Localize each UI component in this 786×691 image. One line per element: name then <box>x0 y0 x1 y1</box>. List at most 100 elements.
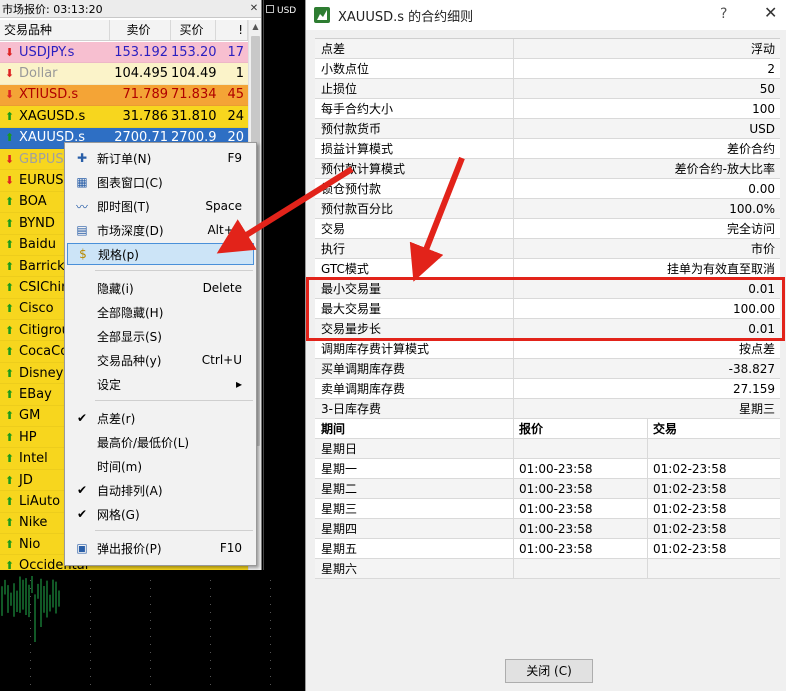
session-quote <box>514 559 648 578</box>
menu-item-label: 规格(p) <box>98 247 139 262</box>
spec-row: 止损位 50 <box>315 79 780 99</box>
spec-row: 执行 市价 <box>315 239 780 259</box>
spec-value: 100.0% <box>729 202 775 216</box>
menu-item-label: 点差(r) <box>97 411 136 426</box>
dialog-close-button[interactable]: 关闭 (C) <box>505 659 593 683</box>
menu-item[interactable]: 时间(m) <box>67 455 254 477</box>
session-day: 星期一 <box>315 459 514 478</box>
session-trade: 01:02-23:58 <box>653 542 727 556</box>
check-icon: ✔ <box>76 507 88 521</box>
spec-row: 调期库存费计算模式 按点差 <box>315 339 780 359</box>
symbol-row[interactable]: ⬆ XAGUSD.s 31.786 31.810 24 <box>0 106 248 128</box>
symbol-cell: ⬇ USDJPY.s <box>0 45 110 60</box>
spec-value: 市价 <box>750 242 775 256</box>
menu-item-label: 即时图(T) <box>97 199 150 214</box>
symbol-name: BYND <box>19 215 55 231</box>
spec-row: 买单调期库存费 -38.827 <box>315 359 780 379</box>
bid-cell: 31.786 <box>122 108 169 124</box>
menu-item-label: 全部隐藏(H) <box>97 305 164 320</box>
ask-cell: 71.834 <box>171 87 216 103</box>
menu-item[interactable]: 〰即时图(T) Space <box>67 195 254 217</box>
spec-value: 完全访问 <box>726 222 775 236</box>
symbol-cell: ⬇ Dollar <box>0 66 110 81</box>
menu-item[interactable]: 隐藏(i) Delete <box>67 277 254 299</box>
spec-key: 卖单调期库存费 <box>315 379 514 398</box>
symbol-name: BOA <box>19 194 47 210</box>
chart-area[interactable] <box>0 570 305 691</box>
menu-item[interactable]: ✔ 网格(G) <box>67 503 254 525</box>
menu-item-shortcut: Delete <box>202 281 242 295</box>
symbol-row[interactable]: ⬇ Dollar 104.495104.496 1 <box>0 63 248 85</box>
session-header-row: 期间 报价 交易 <box>315 419 780 439</box>
arrow-up-icon: ⬆ <box>4 238 15 252</box>
menu-item-label: 时间(m) <box>97 459 143 474</box>
chart-canvas <box>1 576 271 685</box>
arrow-up-icon: ⬆ <box>4 366 15 380</box>
market-depth-icon: ▤ <box>76 223 88 237</box>
column-header-bid[interactable]: 卖价 <box>110 20 171 40</box>
arrow-down-icon: ⬇ <box>4 152 15 166</box>
session-day: 星期三 <box>315 499 514 518</box>
close-icon[interactable]: ✕ <box>247 1 261 16</box>
spec-key: 买单调期库存费 <box>315 359 514 378</box>
symbol-row[interactable]: ⬇ USDJPY.s 153.192153.209 17 <box>0 42 248 64</box>
menu-item-label: 弹出报价(P) <box>97 541 162 556</box>
chart-window-icon <box>266 5 274 13</box>
menu-item[interactable]: ▦ 图表窗口(C) <box>67 171 254 193</box>
spec-key: 每手合约大小 <box>315 99 514 118</box>
arrow-up-icon: ⬆ <box>4 280 15 294</box>
menu-item[interactable]: ✔ 点差(r) <box>67 407 254 429</box>
chart-window[interactable]: USD <box>263 0 305 570</box>
spec-row: 预付款货币 USD <box>315 119 780 139</box>
popup-quote-icon: ▣ <box>76 541 88 555</box>
column-header-spread[interactable]: ! <box>216 20 248 40</box>
arrow-up-icon: ⬆ <box>4 452 15 466</box>
spec-key: 锁仓预付款 <box>315 179 514 198</box>
symbol-row[interactable]: ⬇ XTIUSD.s 71.789 71.834 45 <box>0 84 248 107</box>
spec-row: 锁仓预付款 0.00 <box>315 179 780 199</box>
spec-key: 小数点位 <box>315 59 514 78</box>
menu-item-label: 交易品种(y) <box>97 353 162 368</box>
column-header-symbol[interactable]: 交易品种 <box>0 20 110 40</box>
menu-item[interactable]: 全部显示(S) <box>67 325 254 347</box>
menu-item[interactable]: 最高价/最低价(L) <box>67 431 254 453</box>
session-quote: 01:00-23:58 <box>514 519 648 538</box>
tick-chart-icon: 〰 <box>75 199 88 214</box>
column-header-ask[interactable]: 买价 <box>171 20 216 40</box>
symbol-cell: ⬇ XTIUSD.s <box>0 87 110 102</box>
spec-key: 调期库存费计算模式 <box>315 339 514 358</box>
dialog-close-icon[interactable]: ✕ <box>764 3 777 22</box>
check-icon: ✔ <box>76 483 88 497</box>
scroll-up-icon[interactable]: ▲ <box>249 20 261 34</box>
menu-item[interactable]: ▤ 市场深度(D) Alt+B <box>67 219 254 241</box>
symbol-name: Dollar <box>19 66 58 82</box>
symbol-name: Cisco <box>19 301 54 317</box>
spec-row: 每手合约大小 100 <box>315 99 780 119</box>
session-trade: 01:02-23:58 <box>653 482 727 496</box>
arrow-up-icon: ⬆ <box>4 409 15 423</box>
arrow-up-icon: ⬆ <box>4 302 15 316</box>
help-icon[interactable]: ? <box>720 6 727 22</box>
spec-row: 预付款百分比 100.0% <box>315 199 780 219</box>
menu-item-label: 市场深度(D) <box>97 223 164 238</box>
menu-item[interactable]: 设定 ▸ <box>67 373 254 395</box>
spec-value: -38.827 <box>728 362 775 376</box>
arrow-up-icon: ⬆ <box>4 494 15 508</box>
session-quote: 01:00-23:58 <box>514 479 648 498</box>
arrow-up-icon: ⬆ <box>4 430 15 444</box>
symbol-name: Disney <box>19 365 64 381</box>
menu-item[interactable]: ✚ 新订单(N) F9 <box>67 147 254 169</box>
menu-item[interactable]: ▣ 弹出报价(P) F10 <box>67 537 254 559</box>
context-menu: ✚ 新订单(N) F9 ▦ 图表窗口(C) 〰即时图(T) Space ▤ 市场深度(D) Alt… <box>64 142 257 566</box>
menu-item[interactable]: $ 规格(p) <box>67 243 254 265</box>
menu-separator <box>95 270 253 271</box>
spec-value: 2 <box>767 62 775 76</box>
menu-item[interactable]: 交易品种(y) Ctrl+U <box>67 349 254 371</box>
session-trade: 01:02-23:58 <box>653 522 727 536</box>
session-trade <box>648 439 780 458</box>
spec-key: 点差 <box>315 39 514 58</box>
menu-item[interactable]: ✔ 自动排列(A) <box>67 479 254 501</box>
spec-key: 3-日库存费 <box>315 399 514 418</box>
session-row: 星期二 01:00-23:58 01:02-23:58 <box>315 479 780 499</box>
menu-item[interactable]: 全部隐藏(H) <box>67 301 254 323</box>
